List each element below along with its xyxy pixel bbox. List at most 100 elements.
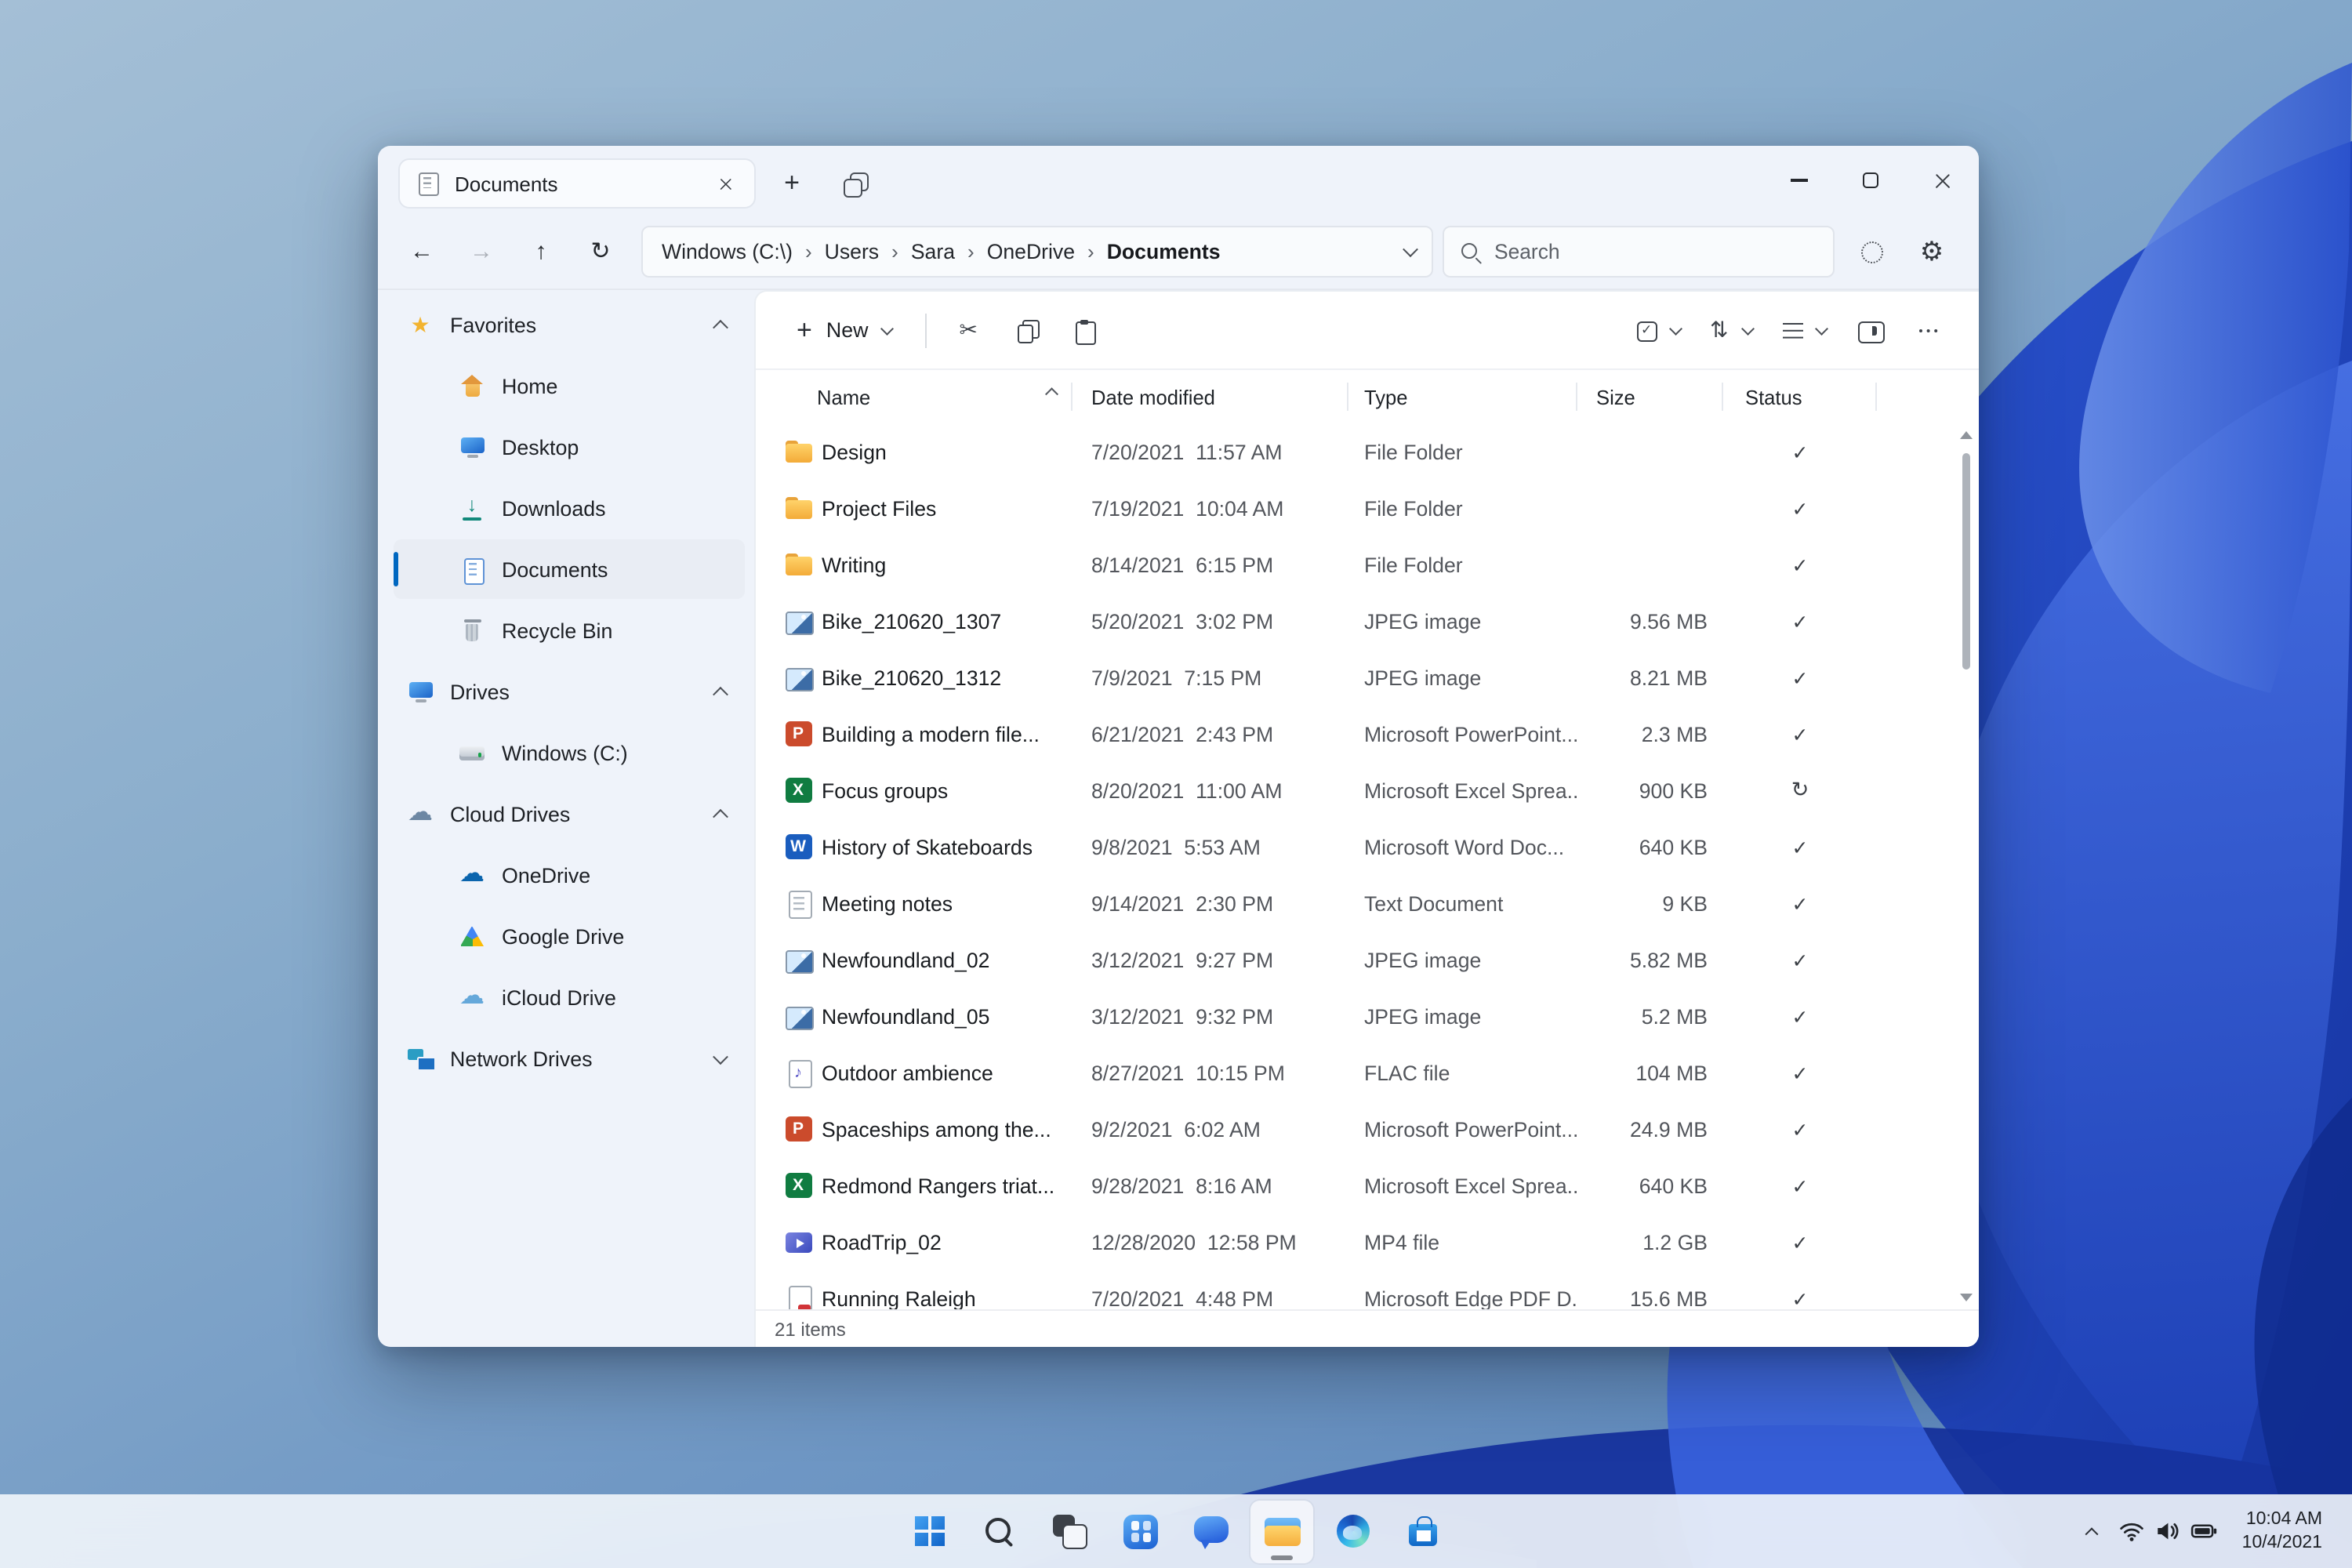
column-header[interactable]: Type: [1348, 370, 1577, 423]
section-chevron-icon[interactable]: [713, 318, 728, 335]
see-more-button[interactable]: [1900, 303, 1957, 357]
quick-settings-button[interactable]: [2107, 1501, 2228, 1561]
sidebar-item-google-drive[interactable]: Google Drive: [394, 906, 745, 966]
maximize-button[interactable]: [1835, 146, 1907, 215]
file-row[interactable]: Newfoundland_02 3/12/2021 9:27 PM JPEG i…: [756, 931, 1979, 988]
minimize-button[interactable]: [1762, 146, 1835, 215]
taskbar-chat-button[interactable]: [1180, 1500, 1243, 1563]
sidebar-section-drives[interactable]: Drives: [394, 662, 745, 721]
settings-button[interactable]: [1904, 225, 1960, 278]
vertical-scrollbar[interactable]: [1955, 426, 1976, 1306]
taskbar-edge-button[interactable]: [1321, 1500, 1384, 1563]
sidebar-item-windows-c[interactable]: Windows (C:): [394, 723, 745, 782]
sidebar-section-favorites[interactable]: Favorites: [394, 295, 745, 354]
file-name: Project Files: [822, 496, 937, 520]
sidebar-item-icloud-drive[interactable]: iCloud Drive: [394, 967, 745, 1027]
forward-button[interactable]: [453, 225, 510, 278]
battery-icon: [2190, 1518, 2217, 1544]
sidebar-item-onedrive[interactable]: OneDrive: [394, 845, 745, 905]
back-button[interactable]: [394, 225, 450, 278]
new-tab-button[interactable]: [765, 158, 818, 209]
file-date-modified: 8/27/2021 10:15 PM: [1091, 1061, 1285, 1084]
taskbar-search-button[interactable]: [968, 1500, 1031, 1563]
sidebar-item-recycle-bin[interactable]: Recycle Bin: [394, 601, 745, 660]
address-dropdown-icon[interactable]: [1403, 241, 1418, 258]
column-header[interactable]: Date modified: [1073, 370, 1348, 423]
clock[interactable]: 10:04 AM 10/4/2021: [2228, 1504, 2336, 1558]
breadcrumb-item[interactable]: Users: [814, 234, 890, 270]
file-row[interactable]: Bike_210620_1312 7/9/2021 7:15 PM JPEG i…: [756, 649, 1979, 706]
scrollbar-track[interactable]: [1955, 444, 1976, 1289]
tab-list-button[interactable]: [828, 158, 881, 209]
scroll-down-icon[interactable]: [1959, 1294, 1972, 1301]
file-row[interactable]: History of Skateboards 9/8/2021 5:53 AM …: [756, 818, 1979, 875]
taskbar-widgets-button[interactable]: [1109, 1500, 1172, 1563]
sidebar-section-network-drives[interactable]: Network Drives: [394, 1029, 745, 1088]
file-row[interactable]: Bike_210620_1307 5/20/2021 3:02 PM JPEG …: [756, 593, 1979, 649]
taskbar-start-button[interactable]: [898, 1500, 960, 1563]
breadcrumb-item[interactable]: OneDrive: [976, 234, 1086, 270]
scrollbar-thumb[interactable]: [1962, 453, 1969, 670]
sidebar-item-desktop[interactable]: Desktop: [394, 417, 745, 477]
file-name: Newfoundland_02: [822, 948, 990, 971]
new-button[interactable]: New: [778, 303, 909, 357]
file-row[interactable]: Project Files 7/19/2021 10:04 AM File Fo…: [756, 480, 1979, 536]
cut-button[interactable]: [942, 303, 999, 357]
file-row[interactable]: Focus groups 8/20/2021 11:00 AM Microsof…: [756, 762, 1979, 818]
search-input[interactable]: [1494, 240, 1817, 263]
breadcrumb-item[interactable]: Documents: [1096, 234, 1232, 270]
taskbar-task-view-button[interactable]: [1039, 1500, 1102, 1563]
file-row[interactable]: Spaceships among the... 9/2/2021 6:02 AM…: [756, 1101, 1979, 1157]
file-row[interactable]: Building a modern file... 6/21/2021 2:43…: [756, 706, 1979, 762]
search-box[interactable]: [1443, 226, 1835, 278]
sort-button[interactable]: [1695, 303, 1765, 357]
breadcrumb-segment: Users ›: [814, 234, 900, 270]
section-chevron-icon[interactable]: [713, 685, 728, 702]
file-row[interactable]: Meeting notes 9/14/2021 2:30 PM Text Doc…: [756, 875, 1979, 931]
file-type: JPEG image: [1364, 948, 1482, 971]
file-row[interactable]: Redmond Rangers triat... 9/28/2021 8:16 …: [756, 1157, 1979, 1214]
tray-overflow-button[interactable]: [2076, 1501, 2107, 1561]
close-button[interactable]: [1907, 146, 1979, 215]
column-header[interactable]: Name: [784, 370, 1073, 423]
view-button[interactable]: [1768, 303, 1838, 357]
file-row[interactable]: Outdoor ambience 8/27/2021 10:15 PM FLAC…: [756, 1044, 1979, 1101]
file-row[interactable]: Writing 8/14/2021 6:15 PM File Folder: [756, 536, 1979, 593]
sidebar-item-documents[interactable]: Documents: [394, 539, 745, 599]
tab-documents[interactable]: Documents: [398, 158, 756, 209]
copy-button[interactable]: [999, 303, 1055, 357]
up-button[interactable]: [513, 225, 569, 278]
taskbar-explorer-button[interactable]: [1250, 1500, 1313, 1563]
file-row[interactable]: Design 7/20/2021 11:57 AM File Folder: [756, 423, 1979, 480]
check-icon: [1792, 1175, 1809, 1197]
details-pane-button[interactable]: [1841, 303, 1897, 357]
column-header[interactable]: Status: [1723, 370, 1877, 423]
sync-icon: [1791, 779, 1809, 801]
address-bar[interactable]: Windows (C:\) › Users › Sara › OneDrive …: [641, 226, 1433, 278]
file-row[interactable]: RoadTrip_02 12/28/2020 12:58 PM MP4 file…: [756, 1214, 1979, 1270]
sidebar-item-home[interactable]: Home: [394, 356, 745, 416]
search-icon: [1460, 241, 1482, 263]
sidebar-item-downloads[interactable]: Downloads: [394, 478, 745, 538]
file-name: Bike_210620_1312: [822, 666, 1002, 689]
wifi-icon: [2118, 1518, 2145, 1544]
section-chevron-icon[interactable]: [713, 808, 728, 824]
taskbar-store-button[interactable]: [1392, 1500, 1454, 1563]
tab-close-button[interactable]: [709, 168, 740, 199]
column-header[interactable]: Size: [1577, 370, 1723, 423]
sync-status-button[interactable]: [1844, 225, 1900, 278]
status-bar: 21 items: [756, 1309, 1979, 1347]
sidebar-section-cloud-drives[interactable]: Cloud Drives: [394, 784, 745, 844]
breadcrumb-item[interactable]: Windows (C:\): [651, 234, 804, 270]
paste-button[interactable]: [1055, 303, 1112, 357]
video-file-icon: [784, 1228, 812, 1256]
file-row[interactable]: Newfoundland_05 3/12/2021 9:32 PM JPEG i…: [756, 988, 1979, 1044]
file-row[interactable]: Running Raleigh 7/20/2021 4:48 PM Micros…: [756, 1270, 1979, 1309]
breadcrumb-item[interactable]: Sara: [900, 234, 966, 270]
file-size: 1.2 GB: [1642, 1230, 1708, 1254]
select-button[interactable]: [1622, 303, 1692, 357]
section-chevron-icon[interactable]: [713, 1048, 728, 1065]
file-name: Outdoor ambience: [822, 1061, 993, 1084]
refresh-button[interactable]: [572, 225, 629, 278]
scroll-up-icon[interactable]: [1959, 431, 1972, 439]
